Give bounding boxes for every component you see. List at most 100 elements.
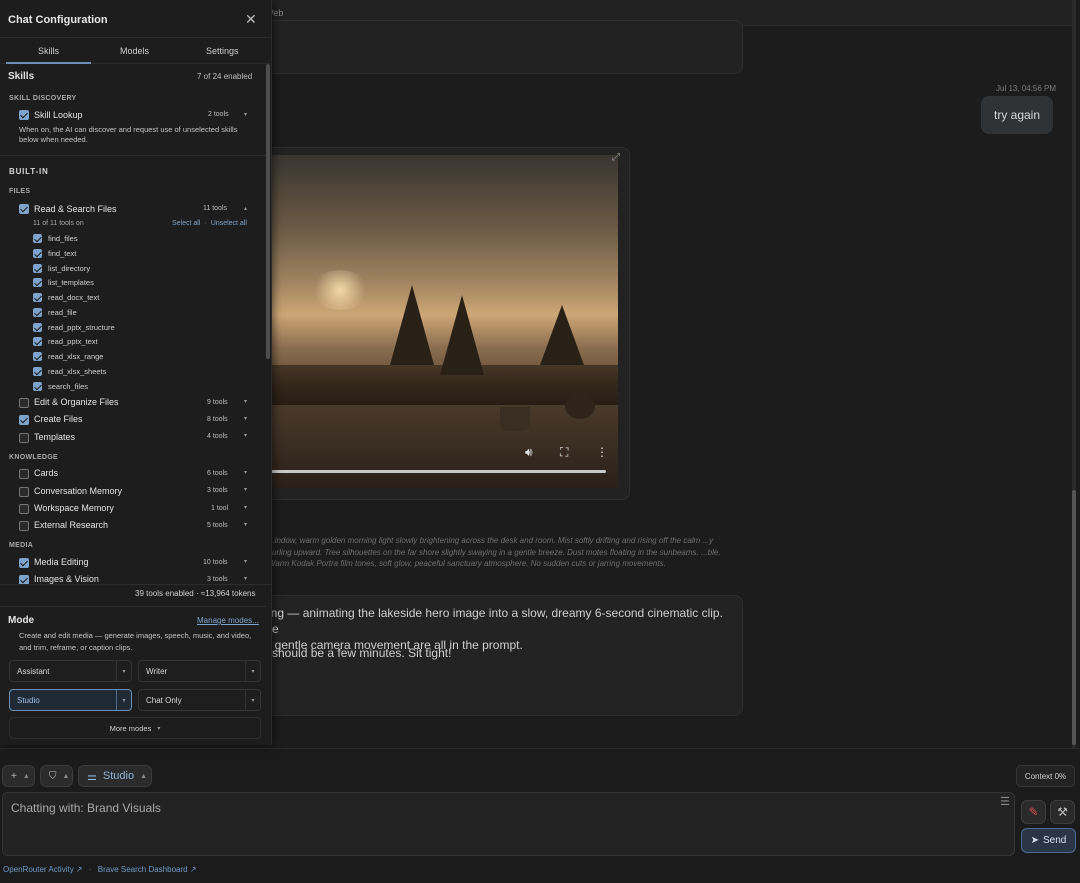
read-search-checkbox[interactable] <box>19 204 29 214</box>
tool-checkbox[interactable] <box>33 249 42 258</box>
video-player[interactable]: 🔊︎ ⛶ ⋮ <box>240 155 618 488</box>
tool-checkbox[interactable] <box>33 278 42 287</box>
mode-option-studio[interactable]: Studio ▾ <box>9 689 132 711</box>
images-vision-checkbox[interactable] <box>19 575 29 584</box>
chevron-down-icon[interactable]: ▾ <box>244 469 247 476</box>
tool-checkbox[interactable] <box>33 234 42 243</box>
mode-option-writer[interactable]: Writer ▾ <box>138 660 261 682</box>
panel-header: Chat Configuration ✕ <box>0 0 272 38</box>
chevron-down-icon[interactable]: ▾ <box>244 415 247 422</box>
workspace-memory-checkbox[interactable] <box>19 504 29 514</box>
skill-name: Images & Vision <box>34 574 99 584</box>
tool-name: find_files <box>48 234 78 243</box>
tab-settings[interactable]: Settings <box>206 46 239 56</box>
volume-icon[interactable]: 🔊︎ <box>525 445 533 460</box>
chevron-down-icon[interactable]: ▾ <box>244 398 247 405</box>
read-search-count: 11 tools <box>203 205 227 212</box>
expand-icon[interactable]: ⤢ <box>612 152 620 163</box>
templates-checkbox[interactable] <box>19 433 29 443</box>
tool-checkbox[interactable] <box>33 367 42 376</box>
video-tree <box>440 295 484 375</box>
tool-name: read_docx_text <box>48 293 100 302</box>
clipped-row: Images & Vision 3 tools ▾ <box>0 570 266 584</box>
mode-option-label: Studio <box>17 696 40 705</box>
tools-button[interactable]: ⛉ ▲ <box>40 765 73 787</box>
more-icon[interactable]: ⋮ <box>596 445 608 459</box>
unselect-all-link[interactable]: Unselect all <box>211 220 247 227</box>
tool-name: list_templates <box>48 278 94 287</box>
tool-checkbox[interactable] <box>33 308 42 317</box>
skill-name: Create Files <box>34 414 83 424</box>
video-shore <box>240 365 618 405</box>
edit-organize-checkbox[interactable] <box>19 398 29 408</box>
skills-heading: Skills <box>8 71 35 82</box>
chevron-down-icon: ▾ <box>116 661 131 681</box>
close-icon[interactable]: ✕ <box>245 11 257 28</box>
active-tab-indicator <box>6 62 91 64</box>
skill-name: Edit & Organize Files <box>34 397 119 407</box>
chevron-down-icon[interactable]: ▾ <box>244 504 247 511</box>
pencil-icon[interactable]: ✎ <box>1021 800 1046 824</box>
manage-modes-link[interactable]: Manage modes... <box>197 616 259 625</box>
chevron-down-icon[interactable]: ▾ <box>244 575 247 582</box>
chevron-down-icon[interactable]: ▾ <box>244 432 247 439</box>
mode-option-chat-only[interactable]: Chat Only ▾ <box>138 689 261 711</box>
openrouter-activity-link[interactable]: OpenRouter Activity ↗ <box>3 865 83 874</box>
chevron-down-icon[interactable]: ▾ <box>244 521 247 528</box>
tab-skills[interactable]: Skills <box>38 46 59 56</box>
separator-dot: · <box>88 865 92 874</box>
chevron-down-icon[interactable]: ▾ <box>244 486 247 493</box>
video-tree <box>390 285 434 365</box>
mode-heading: Mode <box>8 615 35 626</box>
external-research-checkbox[interactable] <box>19 521 29 531</box>
mode-label: Studio <box>102 770 135 782</box>
tool-checkbox[interactable] <box>33 352 42 361</box>
mode-selector-button[interactable]: ⚌ Studio ▲ <box>78 765 152 787</box>
skill-lookup-name: Skill Lookup <box>34 110 83 120</box>
skill-name: Conversation Memory <box>34 486 123 496</box>
chat-configuration-panel: Chat Configuration ✕ Skills Models Setti… <box>0 0 272 745</box>
tool-checkbox[interactable] <box>33 337 42 346</box>
tool-checkbox[interactable] <box>33 264 42 273</box>
conversation-memory-checkbox[interactable] <box>19 487 29 497</box>
message-timestamp: Jul 13, 04:56 PM <box>996 84 1057 93</box>
more-modes-button[interactable]: More modes ▾ <box>9 717 261 739</box>
media-editing-checkbox[interactable] <box>19 558 29 568</box>
context-indicator[interactable]: Context 0% <box>1016 765 1075 787</box>
skill-count: 3 tools <box>207 487 228 494</box>
tool-checkbox[interactable] <box>33 293 42 302</box>
tool-checkbox[interactable] <box>33 323 42 332</box>
mode-option-label: Chat Only <box>146 696 182 705</box>
hammer-icon[interactable]: ⚒ <box>1050 800 1075 824</box>
panel-scroll-thumb[interactable] <box>266 64 270 359</box>
skill-lookup-checkbox[interactable] <box>19 110 29 120</box>
chat-scroll-thumb[interactable] <box>1072 490 1076 745</box>
panel-scrollbar[interactable] <box>266 64 270 584</box>
tool-name: read_xlsx_sheets <box>48 367 107 376</box>
skill-count: 9 tools <box>207 399 228 406</box>
send-button[interactable]: ➤ Send <box>1021 828 1076 853</box>
builtin-label: BUILT-IN <box>9 167 49 176</box>
panel-tabs: Skills Models Settings <box>0 38 272 64</box>
video-sunlight <box>310 270 370 310</box>
chevron-down-icon[interactable]: ▾ <box>244 111 247 118</box>
tab-models[interactable]: Models <box>120 46 149 56</box>
chevron-down-icon: ▾ <box>116 690 131 710</box>
options-menu-icon[interactable]: ☰ <box>1000 795 1010 808</box>
tool-checkbox[interactable] <box>33 382 42 391</box>
chevron-down-icon[interactable]: ▾ <box>244 558 247 565</box>
divider <box>0 155 266 156</box>
brave-search-link[interactable]: Brave Search Dashboard ↗ <box>98 865 197 874</box>
skill-name: Templates <box>34 432 76 442</box>
chevron-up-icon[interactable]: ▴ <box>244 205 247 212</box>
video-progress-bar[interactable] <box>270 470 606 473</box>
fullscreen-icon[interactable]: ⛶ <box>560 445 568 460</box>
attach-button[interactable]: + ▲ <box>2 765 35 787</box>
skill-count: 8 tools <box>207 416 228 423</box>
chat-scrollbar[interactable] <box>1072 0 1076 748</box>
create-files-checkbox[interactable] <box>19 415 29 425</box>
cards-checkbox[interactable] <box>19 469 29 479</box>
select-all-link[interactable]: Select all <box>172 220 200 227</box>
skill-discovery-label: SKILL DISCOVERY <box>9 95 77 102</box>
mode-option-assistant[interactable]: Assistant ▾ <box>9 660 132 682</box>
